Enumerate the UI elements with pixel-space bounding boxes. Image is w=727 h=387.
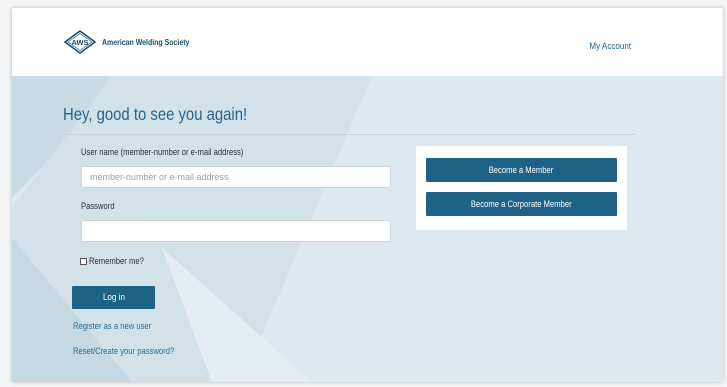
become-member-label: Become a Member [489, 165, 554, 175]
aws-diamond-icon: AWS [64, 30, 96, 54]
password-input[interactable] [81, 220, 391, 242]
remember-me[interactable]: Remember me? [80, 256, 154, 266]
aws-logo[interactable]: AWS American Welding Society [64, 30, 209, 54]
become-corporate-member-button[interactable]: Become a Corporate Member [426, 192, 617, 216]
become-member-button[interactable]: Become a Member [426, 158, 617, 182]
login-page: AWS American Welding Society My Account … [12, 8, 723, 382]
remember-me-checkbox[interactable] [80, 257, 87, 265]
login-button[interactable]: Log in [72, 286, 155, 309]
become-corporate-label: Become a Corporate Member [471, 199, 572, 209]
reset-password-link[interactable]: Reset/Create your password? [73, 346, 174, 356]
register-link[interactable]: Register as a new user [73, 321, 151, 331]
password-label: Password [81, 201, 115, 211]
username-label: User name (member-number or e-mail addre… [81, 147, 244, 157]
page-title: Hey, good to see you again! [63, 104, 248, 124]
membership-card: Become a Member Become a Corporate Membe… [416, 146, 627, 230]
username-input[interactable] [81, 166, 391, 188]
heading-divider [63, 134, 636, 135]
logo-mark-text: AWS [71, 38, 88, 47]
logo-text: American Welding Society [102, 37, 190, 47]
login-button-label: Log in [102, 292, 125, 303]
site-header: AWS American Welding Society My Account [12, 8, 723, 76]
my-account-link[interactable]: My Account [589, 41, 631, 52]
remember-me-label: Remember me? [89, 256, 144, 266]
